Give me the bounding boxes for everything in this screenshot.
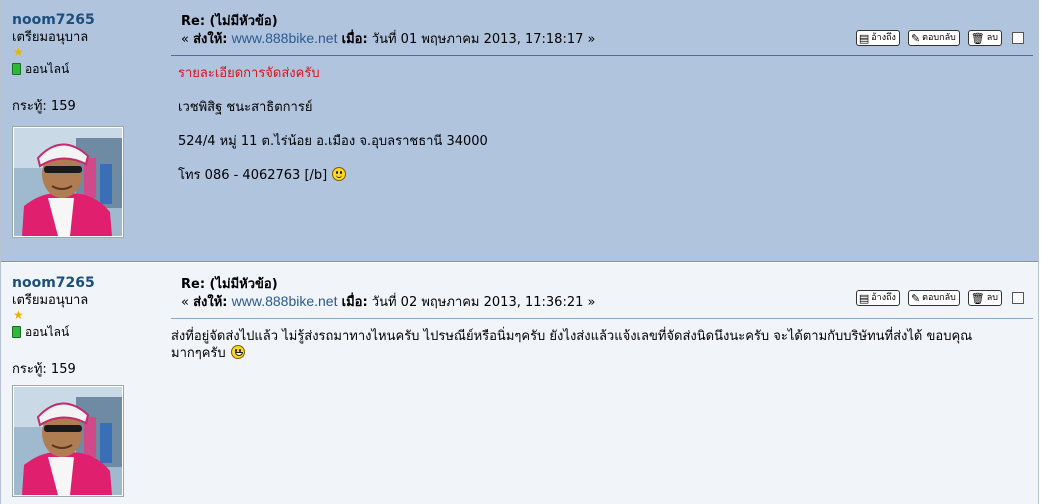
post-actions: ▤ อ้างถึง ✎ ตอบกลับ 🗑 ลบ: [855, 290, 1024, 306]
online-indicator-icon: [12, 326, 21, 338]
body-line-wrap: มากๆครับ: [171, 345, 1024, 362]
avatar: [13, 386, 123, 496]
poster-username[interactable]: noom7265: [12, 12, 162, 28]
body-line: มากๆครับ: [171, 346, 226, 361]
poster-info: noom7265 เตรียมอนุบาล ★ ออนไลน์ กระทู้: …: [12, 275, 162, 379]
body-line: เวชพิสิฐ ชนะสาธิตการย์: [178, 100, 313, 115]
poster-info: noom7265 เตรียมอนุบาล ★ ออนไลน์ กระทู้: …: [12, 12, 162, 116]
star-icon: ★: [13, 308, 24, 322]
reply-button[interactable]: ✎ ตอบกลับ: [907, 290, 960, 306]
online-status: ออนไลน์: [12, 324, 162, 340]
when-label: เมื่อ:: [341, 295, 368, 310]
grin-icon: [230, 345, 245, 359]
poster-username[interactable]: noom7265: [12, 275, 162, 291]
meta-suffix: »: [583, 295, 596, 310]
divider: [171, 55, 1033, 56]
reply-button[interactable]: ✎ ตอบกลับ: [907, 30, 960, 46]
quote-icon: ▤: [858, 291, 870, 305]
online-label: ออนไลน์: [25, 325, 70, 339]
post-datetime: วันที่ 02 พฤษภาคม 2013, 11:36:21: [371, 295, 584, 310]
smiley-icon: [332, 167, 347, 181]
select-checkbox[interactable]: [1012, 292, 1024, 304]
delete-button[interactable]: 🗑 ลบ: [967, 30, 1002, 46]
body-line-wrap: โทร 086 - 4062763 [/b]: [178, 167, 1024, 184]
post-actions: ▤ อ้างถึง ✎ ตอบกลับ 🗑 ลบ: [855, 30, 1024, 46]
avatar-image: [14, 387, 122, 495]
sent-to-label: ส่งให้:: [193, 295, 228, 310]
reply-icon: ✎: [910, 291, 921, 305]
post-subject[interactable]: Re: (ไม่มีหัวข้อ): [181, 14, 1024, 30]
post-count: กระทู้: 159: [12, 99, 76, 114]
select-checkbox[interactable]: [1012, 32, 1024, 44]
quote-icon: ▤: [858, 31, 870, 45]
topic-posts: noom7265 เตรียมอนุบาล ★ ออนไลน์ กระทู้: …: [0, 0, 1039, 504]
body-line: รายละเอียดการจัดส่งครับ: [178, 66, 320, 81]
online-label: ออนไลน์: [25, 62, 70, 76]
reply-label: ตอบกลับ: [922, 293, 956, 303]
post-2: noom7265 เตรียมอนุบาล ★ ออนไลน์ กระทู้: …: [1, 263, 1038, 504]
reply-label: ตอบกลับ: [922, 33, 956, 43]
post-1: noom7265 เตรียมอนุบาล ★ ออนไลน์ กระทู้: …: [1, 0, 1038, 262]
trash-icon: 🗑: [970, 31, 985, 45]
quote-label: อ้างถึง: [871, 293, 896, 303]
post-count: กระทู้: 159: [12, 362, 76, 377]
delete-label: ลบ: [986, 293, 998, 303]
post-body: ส่งที่อยู่จัดส่งไปแล้ว ไม่รู้ส่งรถมาทางไ…: [171, 328, 1024, 362]
quote-label: อ้างถึง: [871, 33, 896, 43]
avatar-image: [14, 128, 122, 236]
quote-button[interactable]: ▤ อ้างถึง: [855, 30, 900, 46]
meta-prefix: «: [181, 32, 194, 47]
online-indicator-icon: [12, 63, 21, 75]
meta-suffix: »: [583, 32, 596, 47]
online-status: ออนไลน์: [12, 61, 162, 77]
post-datetime: วันที่ 01 พฤษภาคม 2013, 17:18:17: [371, 32, 584, 47]
poster-rank: เตรียมอนุบาล: [12, 30, 89, 45]
body-line: โทร 086 - 4062763 [/b]: [178, 168, 328, 183]
body-line: ส่งที่อยู่จัดส่งไปแล้ว ไม่รู้ส่งรถมาทางไ…: [171, 329, 973, 344]
post-body: รายละเอียดการจัดส่งครับ เวชพิสิฐ ชนะสาธิ…: [178, 65, 1024, 184]
divider: [171, 318, 1033, 319]
delete-button[interactable]: 🗑 ลบ: [967, 290, 1002, 306]
meta-prefix: «: [181, 295, 194, 310]
avatar: [13, 127, 123, 237]
when-label: เมื่อ:: [341, 32, 368, 47]
sent-to-label: ส่งให้:: [193, 32, 228, 47]
quote-button[interactable]: ▤ อ้างถึง: [855, 290, 900, 306]
reply-icon: ✎: [910, 31, 921, 45]
body-line: 524/4 หมู่ 11 ต.ไร่น้อย อ.เมือง จ.อุบลรา…: [178, 134, 488, 149]
poster-rank: เตรียมอนุบาล: [12, 293, 89, 308]
trash-icon: 🗑: [970, 291, 985, 305]
board-link[interactable]: www.888bike.net: [232, 30, 338, 46]
star-icon: ★: [13, 45, 24, 59]
delete-label: ลบ: [986, 33, 998, 43]
board-link[interactable]: www.888bike.net: [232, 293, 338, 309]
